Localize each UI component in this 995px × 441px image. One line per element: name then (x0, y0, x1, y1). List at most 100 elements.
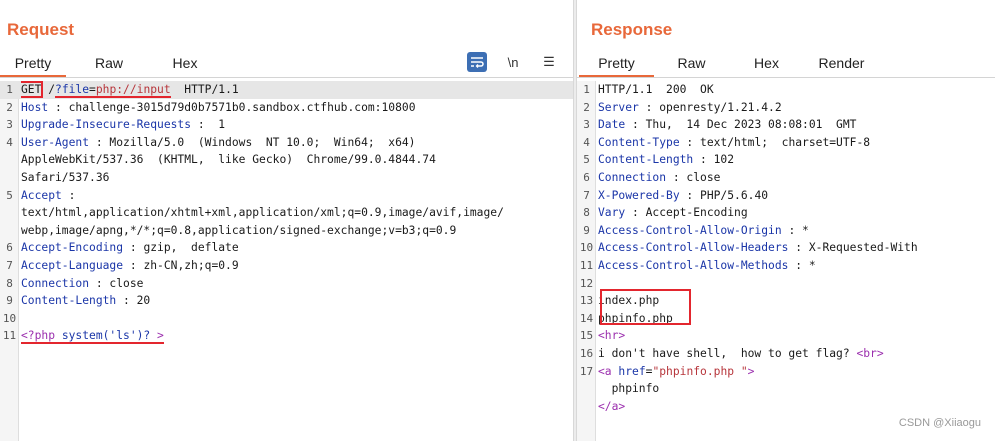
line-code: index.php (598, 292, 991, 310)
header-sep: : (123, 258, 144, 272)
response-line: 10 Access-Control-Allow-Headers : X-Reque… (577, 239, 995, 257)
header-key: Server (598, 100, 639, 114)
line-number: 13 (579, 294, 594, 308)
query-underline: ?file=php://input (55, 83, 171, 98)
newline-icon: \n (507, 54, 519, 70)
line-code: Safari/537.36 (21, 169, 569, 187)
header-sep: : (48, 100, 69, 114)
line-number: 12 (579, 276, 594, 290)
request-tab-pretty[interactable]: Pretty (0, 49, 66, 77)
response-line: </a> (577, 398, 995, 416)
header-value: close (686, 170, 721, 184)
line-number: 6 (6, 241, 13, 255)
line-code: phpinfo.php (598, 310, 991, 328)
line-code: Content-Length : 102 (598, 151, 991, 169)
header-key: Accept-Language (21, 258, 124, 272)
header-sep: : (191, 118, 212, 132)
line-number: 9 (583, 223, 590, 237)
header-key: Upgrade-Insecure-Requests (21, 118, 192, 132)
request-line: Safari/537.36 (0, 169, 573, 187)
response-line: 3 Date : Thu, 14 Dec 2023 08:08:01 GMT (577, 116, 995, 134)
header-sep: : (666, 170, 687, 184)
response-line: 6 Connection : close (577, 169, 995, 187)
response-tab-pretty[interactable]: Pretty (579, 49, 654, 77)
html-tag: </a> (598, 399, 626, 413)
header-value: 20 (136, 294, 151, 308)
line-number: 1 (6, 83, 13, 96)
line-code: Accept : (21, 187, 569, 205)
header-sep: : (693, 153, 714, 167)
wrap-lines-button[interactable] (467, 52, 487, 72)
header-value: close (109, 276, 144, 290)
header-value: 102 (713, 153, 735, 167)
request-pane: Request Pretty Raw Hex \n ☰ 1 GET /?file=… (0, 0, 573, 441)
line-number: 15 (579, 329, 594, 343)
response-tab-hex[interactable]: Hex (729, 49, 804, 77)
response-tabs: Pretty Raw Hex Render (579, 49, 879, 77)
line-number: 5 (6, 188, 13, 202)
line-code: Access-Control-Allow-Methods : * (598, 257, 991, 275)
line-number: 1 (583, 83, 590, 96)
header-value: gzip, deflate (143, 241, 239, 255)
response-line: 14 phpinfo.php (577, 310, 995, 328)
line-number: 3 (583, 118, 590, 132)
request-line: 10 (0, 310, 573, 328)
newline-toggle-button[interactable]: \n (503, 52, 523, 72)
response-pane: Response Pretty Raw Hex Render 1 HTTP/1.1… (577, 0, 995, 441)
header-value: 1 (211, 118, 226, 132)
line-code: Upgrade-Insecure-Requests : 1 (21, 116, 569, 134)
line-number: 6 (583, 170, 590, 184)
line-code: Accept-Language : zh-CN,zh;q=0.9 (21, 257, 569, 275)
response-tab-render[interactable]: Render (804, 49, 879, 77)
response-line: 17 <a href="phpinfo.php "> (577, 363, 995, 381)
line-code: X-Powered-By : PHP/5.6.40 (598, 187, 991, 205)
header-value: * (808, 258, 816, 272)
line-number: 8 (583, 206, 590, 220)
request-tab-raw[interactable]: Raw (76, 49, 142, 77)
request-editor[interactable]: 1 GET /?file=php://input HTTP/1.1 2 Host : … (0, 81, 573, 441)
request-tab-hex[interactable]: Hex (152, 49, 218, 77)
html-tag: <hr> (598, 329, 626, 343)
line-code: <a href="phpinfo.php "> (598, 363, 991, 381)
line-number: 7 (6, 258, 13, 272)
line-code: Server : openresty/1.21.4.2 (598, 99, 991, 117)
response-lines: 1 HTTP/1.1 200 OK 2 Server : openresty/1.21… (577, 81, 995, 415)
header-value: Accept-Encoding (645, 206, 748, 220)
header-sep: : (679, 135, 701, 149)
header-key: Access-Control-Allow-Methods (598, 258, 789, 272)
request-line: 5 Accept : (0, 187, 573, 205)
header-value: openresty/1.21.4.2 (659, 100, 782, 114)
path-prefix: / (41, 83, 56, 96)
line-code: Accept-Encoding : gzip, deflate (21, 239, 569, 257)
menu-icon: ☰ (543, 54, 555, 69)
line-number: 17 (579, 364, 594, 378)
menu-button[interactable]: ☰ (539, 52, 559, 72)
response-line: 1 HTTP/1.1 200 OK (577, 81, 995, 99)
header-key: Accept (21, 188, 62, 202)
header-sep: : (679, 188, 701, 202)
line-code: Connection : close (598, 169, 991, 187)
response-tab-raw[interactable]: Raw (654, 49, 729, 77)
response-line: 12 (577, 275, 995, 293)
line-code: Access-Control-Allow-Origin : * (598, 222, 991, 240)
line-text: i don't have shell, how to get flag? (598, 346, 857, 360)
line-number: 10 (579, 241, 594, 255)
line-number: 2 (583, 100, 590, 114)
php-close: > (157, 329, 164, 343)
line-number: 9 (6, 294, 13, 308)
header-sep: : (638, 100, 660, 114)
header-sep: : (89, 276, 110, 290)
header-sep: : (61, 188, 83, 202)
line-code: GET /?file=php://input HTTP/1.1 (21, 81, 559, 99)
header-value: Mozilla/5.0 (Windows NT 10.0; Win64; x64… (109, 135, 416, 149)
request-toolbar: \n ☰ (467, 52, 559, 72)
header-key: User-Agent (21, 135, 90, 149)
line-code: Access-Control-Allow-Headers : X-Request… (598, 239, 991, 257)
line-number: 7 (583, 188, 590, 202)
query-value: php://input (95, 83, 171, 96)
response-editor[interactable]: 1 HTTP/1.1 200 OK 2 Server : openresty/1.21… (577, 81, 995, 441)
response-line: 9 Access-Control-Allow-Origin : * (577, 222, 995, 240)
header-sep: : (123, 241, 144, 255)
line-text: HTTP/1.1 200 OK (598, 83, 714, 96)
request-line: webp,image/apng,*/*;q=0.8,application/si… (0, 222, 573, 240)
